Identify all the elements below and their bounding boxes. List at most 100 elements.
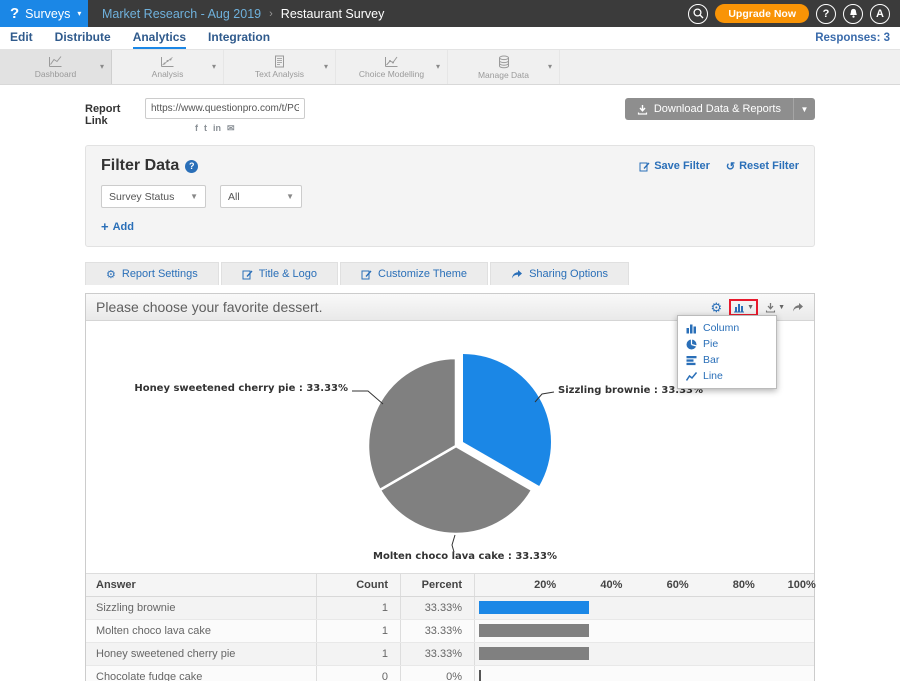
percent-cell: 33.33% xyxy=(400,620,474,642)
chevron-down-icon[interactable]: ▾ xyxy=(436,62,440,71)
top-header: ? Surveys ▾ Market Research - Aug 2019 ›… xyxy=(0,0,900,27)
axis-tick: 60% xyxy=(667,579,689,591)
notifications-button[interactable] xyxy=(843,4,863,24)
answer-table: Answer Count Percent 20% 40% 60% 80% 100… xyxy=(86,573,814,681)
download-data-reports-button[interactable]: Download Data & Reports xyxy=(625,98,793,120)
breadcrumb-separator: › xyxy=(269,8,273,20)
menu-item-label: Pie xyxy=(703,338,718,350)
tab-choice-modelling[interactable]: Choice Modelling ▾ xyxy=(336,50,448,84)
facebook-icon[interactable]: f xyxy=(195,123,198,133)
bar-chart-icon xyxy=(733,302,745,313)
chevron-down-icon[interactable]: ▾ xyxy=(212,62,216,71)
col-count: Count xyxy=(316,574,400,596)
nav-analytics[interactable]: Analytics xyxy=(133,27,186,49)
reset-filter-label: Reset Filter xyxy=(739,160,799,172)
chart-settings-button[interactable]: ⚙ xyxy=(710,301,722,314)
add-filter-link[interactable]: + Add xyxy=(101,219,799,234)
answer-cell: Honey sweetened cherry pie xyxy=(86,643,316,665)
horizontal-bar-icon xyxy=(686,355,697,366)
search-icon xyxy=(693,8,704,19)
export-chart-button[interactable]: ▼ xyxy=(765,302,785,313)
table-row[interactable]: Honey sweetened cherry pie 1 33.33% xyxy=(86,643,814,666)
count-cell: 1 xyxy=(316,597,400,619)
gears-icon: ⚙ xyxy=(106,268,116,281)
tab-dashboard[interactable]: Dashboard ▾ xyxy=(0,50,112,84)
menu-item-pie[interactable]: Pie xyxy=(678,336,776,352)
tab-manage-data[interactable]: Manage Data ▾ xyxy=(448,50,560,84)
menu-item-label: Line xyxy=(703,370,723,382)
answer-cell: Molten choco lava cake xyxy=(86,620,316,642)
nav-distribute[interactable]: Distribute xyxy=(55,27,111,49)
report-link-wrap: f t in ✉ xyxy=(145,98,305,133)
help-button[interactable]: ? xyxy=(816,4,836,24)
dashboard-content: Report Link f t in ✉ Download Data & Rep… xyxy=(85,85,815,681)
chevron-down-icon[interactable]: ▾ xyxy=(548,62,552,71)
report-settings-tabs: ⚙ Report Settings Title & Logo Customize… xyxy=(85,262,815,285)
menu-item-line[interactable]: Line xyxy=(678,368,776,384)
chevron-down-icon[interactable]: ▾ xyxy=(100,62,104,71)
upgrade-now-button[interactable]: Upgrade Now xyxy=(715,4,809,23)
axis-tick: 80% xyxy=(733,579,755,591)
tab-analysis[interactable]: Analysis ▾ xyxy=(112,50,224,84)
nav-edit[interactable]: Edit xyxy=(10,27,33,49)
pie-label-molten-choco-lava-cake: Molten choco lava cake : 33.33% xyxy=(373,551,557,562)
pie-chart-icon xyxy=(686,339,697,350)
nav-integration[interactable]: Integration xyxy=(208,27,270,49)
count-cell: 1 xyxy=(316,643,400,665)
download-options-caret[interactable]: ▼ xyxy=(793,98,815,120)
email-icon[interactable]: ✉ xyxy=(227,123,235,133)
tab-label: Title & Logo xyxy=(259,268,317,280)
chevron-down-icon: ▼ xyxy=(747,304,754,311)
twitter-icon[interactable]: t xyxy=(204,123,207,133)
menu-item-column[interactable]: Column xyxy=(678,320,776,336)
help-icon[interactable]: ? xyxy=(185,160,198,173)
add-filter-row: + Add xyxy=(101,219,799,234)
report-link-input[interactable] xyxy=(145,98,305,119)
avatar[interactable]: A xyxy=(870,4,890,24)
reset-filter-link[interactable]: ↺ Reset Filter xyxy=(726,160,799,173)
tab-report-settings[interactable]: ⚙ Report Settings xyxy=(85,262,219,285)
percent-cell: 0% xyxy=(400,666,474,681)
edit-icon xyxy=(639,161,650,172)
chart-type-button[interactable]: ▼ xyxy=(733,302,754,313)
col-bar-axis: 20% 40% 60% 80% 100% xyxy=(474,574,814,596)
percent-bar xyxy=(479,601,589,614)
reset-icon: ↺ xyxy=(726,160,735,173)
tab-label: Customize Theme xyxy=(378,268,467,280)
table-row[interactable]: Molten choco lava cake 1 33.33% xyxy=(86,620,814,643)
save-filter-link[interactable]: Save Filter xyxy=(639,160,710,172)
table-row[interactable]: Chocolate fudge cake 0 0% xyxy=(86,666,814,681)
linkedin-icon[interactable]: in xyxy=(213,123,221,133)
surveys-product-menu[interactable]: ? Surveys ▾ xyxy=(0,0,88,27)
tab-customize-theme[interactable]: Customize Theme xyxy=(340,262,488,285)
table-row[interactable]: Sizzling brownie 1 33.33% xyxy=(86,597,814,620)
count-cell: 1 xyxy=(316,620,400,642)
percent-bar xyxy=(479,624,589,637)
database-icon xyxy=(497,55,511,69)
filter-value-select[interactable]: All ▼ xyxy=(220,185,302,208)
responses-count[interactable]: Responses: 3 xyxy=(815,32,890,44)
chevron-down-icon: ▼ xyxy=(778,304,785,311)
column-chart-icon xyxy=(686,323,697,334)
menu-item-bar[interactable]: Bar xyxy=(678,352,776,368)
tab-label: Dashboard xyxy=(35,69,77,79)
line-chart-icon xyxy=(686,371,697,382)
tab-sharing-options[interactable]: Sharing Options xyxy=(490,262,629,285)
axis-tick: 40% xyxy=(600,579,622,591)
chart-type-menu: Column Pie Bar xyxy=(677,315,777,389)
tab-title-logo[interactable]: Title & Logo xyxy=(221,262,338,285)
search-button[interactable] xyxy=(688,4,708,24)
breadcrumb-survey: Restaurant Survey xyxy=(281,7,385,21)
share-arrow-icon xyxy=(792,302,804,313)
download-split-button: Download Data & Reports ▼ xyxy=(625,98,815,120)
filter-data-title: Filter Data xyxy=(101,157,179,175)
filter-field-select[interactable]: Survey Status ▼ xyxy=(101,185,206,208)
scatter-chart-icon xyxy=(160,55,175,68)
breadcrumb-folder[interactable]: Market Research - Aug 2019 xyxy=(102,7,261,21)
share-chart-button[interactable] xyxy=(792,302,804,313)
edit-icon xyxy=(361,269,372,280)
chevron-down-icon[interactable]: ▾ xyxy=(324,62,328,71)
tab-text-analysis[interactable]: Text Analysis ▾ xyxy=(224,50,336,84)
percent-bar xyxy=(479,647,589,660)
col-percent: Percent xyxy=(400,574,474,596)
